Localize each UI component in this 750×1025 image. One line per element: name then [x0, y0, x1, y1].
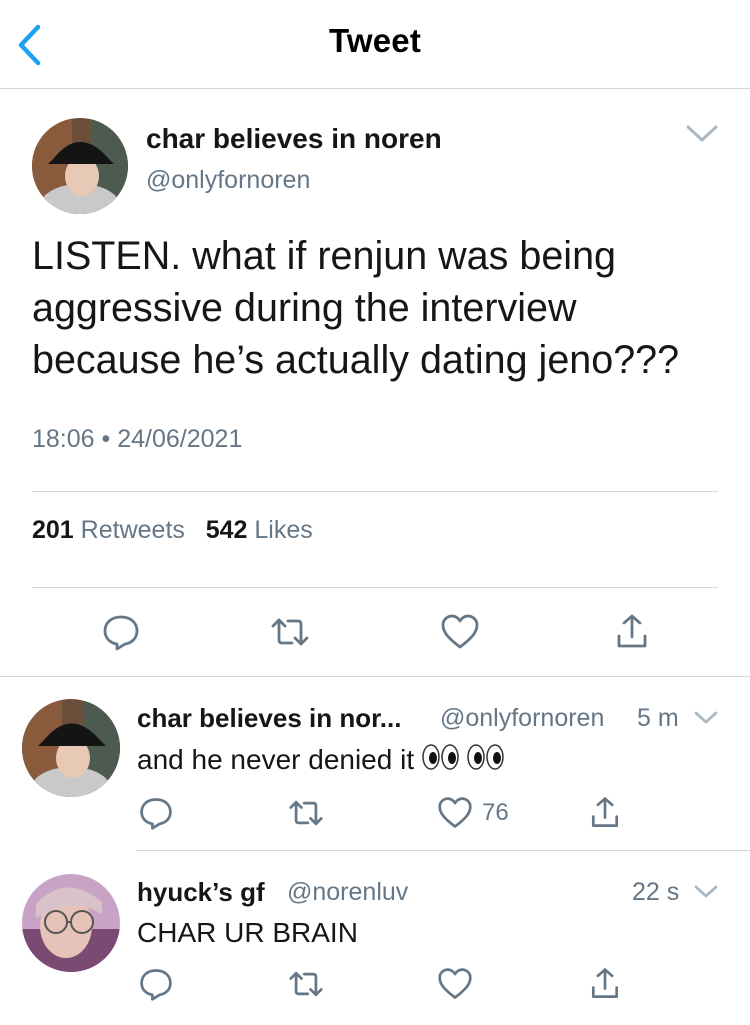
eyes-emoji: [422, 742, 510, 779]
tweet-text-line: because he’s actually dating jeno???: [32, 338, 680, 382]
tweet-text-line: LISTEN. what if renjun was being: [32, 234, 617, 278]
reply-icon[interactable]: [138, 966, 174, 1002]
divider: [0, 676, 750, 677]
reply-icon[interactable]: [138, 795, 174, 831]
tweet-stats: 201 Retweets 542 Likes: [32, 516, 313, 545]
like-icon[interactable]: [440, 612, 480, 652]
reply-author-name[interactable]: hyuck’s gf: [137, 877, 265, 908]
share-icon[interactable]: [612, 612, 652, 652]
author-handle[interactable]: @onlyfornoren: [146, 166, 310, 195]
reply-author-name[interactable]: char believes in nor...: [137, 703, 401, 734]
divider: [32, 491, 718, 492]
reply-icon[interactable]: [101, 612, 141, 652]
likes-label: Likes: [254, 516, 313, 544]
retweet-icon[interactable]: [288, 966, 324, 1002]
chevron-down-icon[interactable]: [692, 882, 720, 902]
avatar[interactable]: [32, 118, 128, 214]
divider: [32, 587, 718, 588]
reply-text-content: and he never denied it: [137, 744, 415, 775]
meta-separator: •: [101, 425, 111, 453]
reply-time: 5 m: [637, 704, 679, 732]
retweets-stat[interactable]: 201 Retweets: [32, 516, 185, 544]
tweet-text: LISTEN. what if renjun was being aggress…: [32, 230, 732, 386]
retweet-icon[interactable]: [270, 612, 310, 652]
reply-author-handle[interactable]: @onlyfornoren: [440, 704, 604, 733]
author-name[interactable]: char believes in noren: [146, 123, 442, 155]
reply-time: 22 s: [632, 878, 680, 906]
reply-text: and he never denied it: [137, 742, 510, 779]
like-count: 76: [482, 799, 509, 826]
likes-stat[interactable]: 542 Likes: [206, 516, 313, 544]
page-title: Tweet: [328, 22, 422, 59]
reply-author-handle[interactable]: @norenluv: [287, 878, 408, 907]
avatar[interactable]: [22, 874, 120, 972]
divider: [136, 850, 750, 851]
chevron-down-icon[interactable]: [683, 121, 721, 147]
retweets-count: 201: [32, 516, 74, 544]
like-icon[interactable]: [437, 795, 473, 831]
like-icon[interactable]: [437, 966, 473, 1002]
avatar[interactable]: [22, 699, 120, 797]
retweet-icon[interactable]: [288, 795, 324, 831]
tweet-timestamp: 18:06 • 24/06/2021: [32, 425, 242, 454]
tweet-text-line: aggressive during the interview: [32, 286, 577, 330]
chevron-down-icon[interactable]: [692, 708, 720, 728]
share-icon[interactable]: [587, 795, 623, 831]
likes-count: 542: [205, 516, 248, 544]
retweets-label: Retweets: [80, 516, 185, 544]
reply-text: CHAR UR BRAIN: [137, 917, 358, 948]
tweet-time: 18:06: [32, 425, 95, 453]
share-icon[interactable]: [587, 966, 623, 1002]
tweet-date: 24/06/2021: [117, 425, 243, 453]
